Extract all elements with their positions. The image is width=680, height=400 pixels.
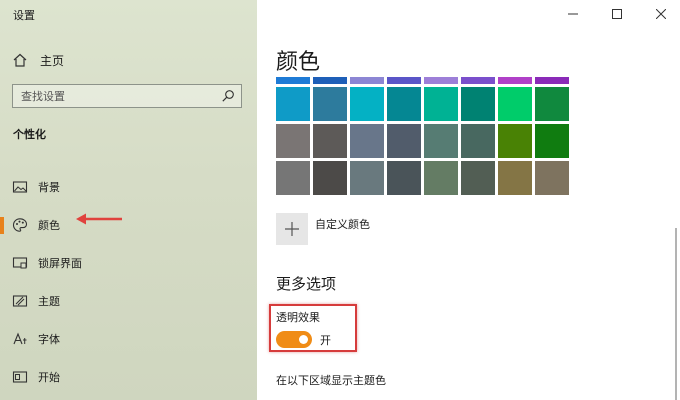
- color-swatch[interactable]: [498, 124, 532, 158]
- color-swatch-grid: [276, 87, 569, 195]
- home-label: 主页: [40, 53, 65, 68]
- sidebar-item-label: 背景: [38, 181, 60, 194]
- nav-list: 背景 颜色 锁屏界面 主题 字体 开始: [0, 168, 257, 396]
- plus-icon: [285, 222, 299, 236]
- sidebar-item-background[interactable]: 背景: [0, 168, 257, 206]
- color-swatch[interactable]: [276, 124, 310, 158]
- search-box[interactable]: [12, 84, 242, 108]
- show-accent-label: 在以下区域显示主题色: [276, 374, 386, 387]
- minimize-button[interactable]: [550, 0, 596, 28]
- main-pane: 颜色 自定义颜色 更多选项 透明效果 开 在以下区域显示主题色: [257, 0, 680, 400]
- color-swatch[interactable]: [387, 124, 421, 158]
- color-swatch[interactable]: [461, 124, 495, 158]
- home-icon: [13, 53, 27, 67]
- color-swatch[interactable]: [498, 87, 532, 121]
- color-swatch[interactable]: [424, 124, 458, 158]
- start-icon: [12, 371, 28, 383]
- color-swatch[interactable]: [535, 124, 569, 158]
- color-swatch[interactable]: [424, 87, 458, 121]
- accent-strip-swatch[interactable]: [498, 77, 532, 84]
- scrollbar[interactable]: [675, 228, 677, 400]
- color-swatch[interactable]: [313, 87, 347, 121]
- color-swatch[interactable]: [498, 161, 532, 195]
- sidebar-item-themes[interactable]: 主题: [0, 282, 257, 320]
- sidebar-item-label: 字体: [38, 333, 60, 346]
- sidebar-item-lock-screen[interactable]: 锁屏界面: [0, 244, 257, 282]
- sidebar-item-label: 开始: [38, 371, 60, 384]
- toggle-knob: [299, 335, 308, 344]
- sidebar-item-start[interactable]: 开始: [0, 358, 257, 396]
- picture-icon: [12, 181, 28, 193]
- color-swatch[interactable]: [461, 87, 495, 121]
- sidebar-item-label: 主题: [38, 295, 60, 308]
- color-swatch[interactable]: [387, 161, 421, 195]
- color-swatch[interactable]: [313, 161, 347, 195]
- accent-strip-swatch[interactable]: [350, 77, 384, 84]
- theme-icon: [12, 295, 28, 307]
- close-button[interactable]: [638, 0, 680, 28]
- minimize-icon: [568, 13, 578, 15]
- palette-icon: [12, 218, 28, 232]
- search-icon[interactable]: [221, 89, 235, 103]
- home-nav-item[interactable]: 主页: [12, 50, 64, 70]
- accent-strip-swatch[interactable]: [535, 77, 569, 84]
- sidebar: 设置 主页 个性化 背景 颜色: [0, 0, 257, 400]
- close-icon: [656, 9, 666, 19]
- section-title: 个性化: [13, 128, 46, 141]
- accent-strip-swatch[interactable]: [424, 77, 458, 84]
- more-options-title: 更多选项: [276, 275, 337, 293]
- accent-strip-swatch[interactable]: [387, 77, 421, 84]
- window-title: 设置: [13, 9, 35, 22]
- color-swatch[interactable]: [350, 87, 384, 121]
- color-swatch[interactable]: [276, 87, 310, 121]
- color-swatch[interactable]: [424, 161, 458, 195]
- annotation-arrow-icon: [76, 213, 122, 225]
- search-input[interactable]: [21, 89, 211, 103]
- accent-strip-swatch[interactable]: [313, 77, 347, 84]
- maximize-icon: [612, 9, 622, 19]
- sidebar-item-fonts[interactable]: 字体: [0, 320, 257, 358]
- page-title: 颜色: [276, 50, 321, 75]
- font-icon: [13, 332, 27, 345]
- color-swatch[interactable]: [461, 161, 495, 195]
- color-swatch[interactable]: [535, 87, 569, 121]
- lock-screen-icon: [12, 257, 28, 269]
- accent-strip: [276, 77, 569, 84]
- color-swatch[interactable]: [350, 124, 384, 158]
- sidebar-item-label: 锁屏界面: [38, 257, 82, 270]
- toggle-state-label: 开: [320, 334, 331, 347]
- color-swatch[interactable]: [387, 87, 421, 121]
- sidebar-item-label: 颜色: [38, 219, 60, 232]
- color-swatch[interactable]: [350, 161, 384, 195]
- accent-strip-swatch[interactable]: [276, 77, 310, 84]
- add-custom-color-button[interactable]: [276, 213, 308, 245]
- color-swatch[interactable]: [535, 161, 569, 195]
- sidebar-item-colors[interactable]: 颜色: [0, 206, 257, 244]
- transparency-toggle[interactable]: [276, 331, 312, 348]
- transparency-label: 透明效果: [276, 311, 320, 324]
- custom-color-label[interactable]: 自定义颜色: [315, 216, 370, 232]
- color-swatch[interactable]: [276, 161, 310, 195]
- color-swatch[interactable]: [313, 124, 347, 158]
- maximize-button[interactable]: [594, 0, 640, 28]
- accent-strip-swatch[interactable]: [461, 77, 495, 84]
